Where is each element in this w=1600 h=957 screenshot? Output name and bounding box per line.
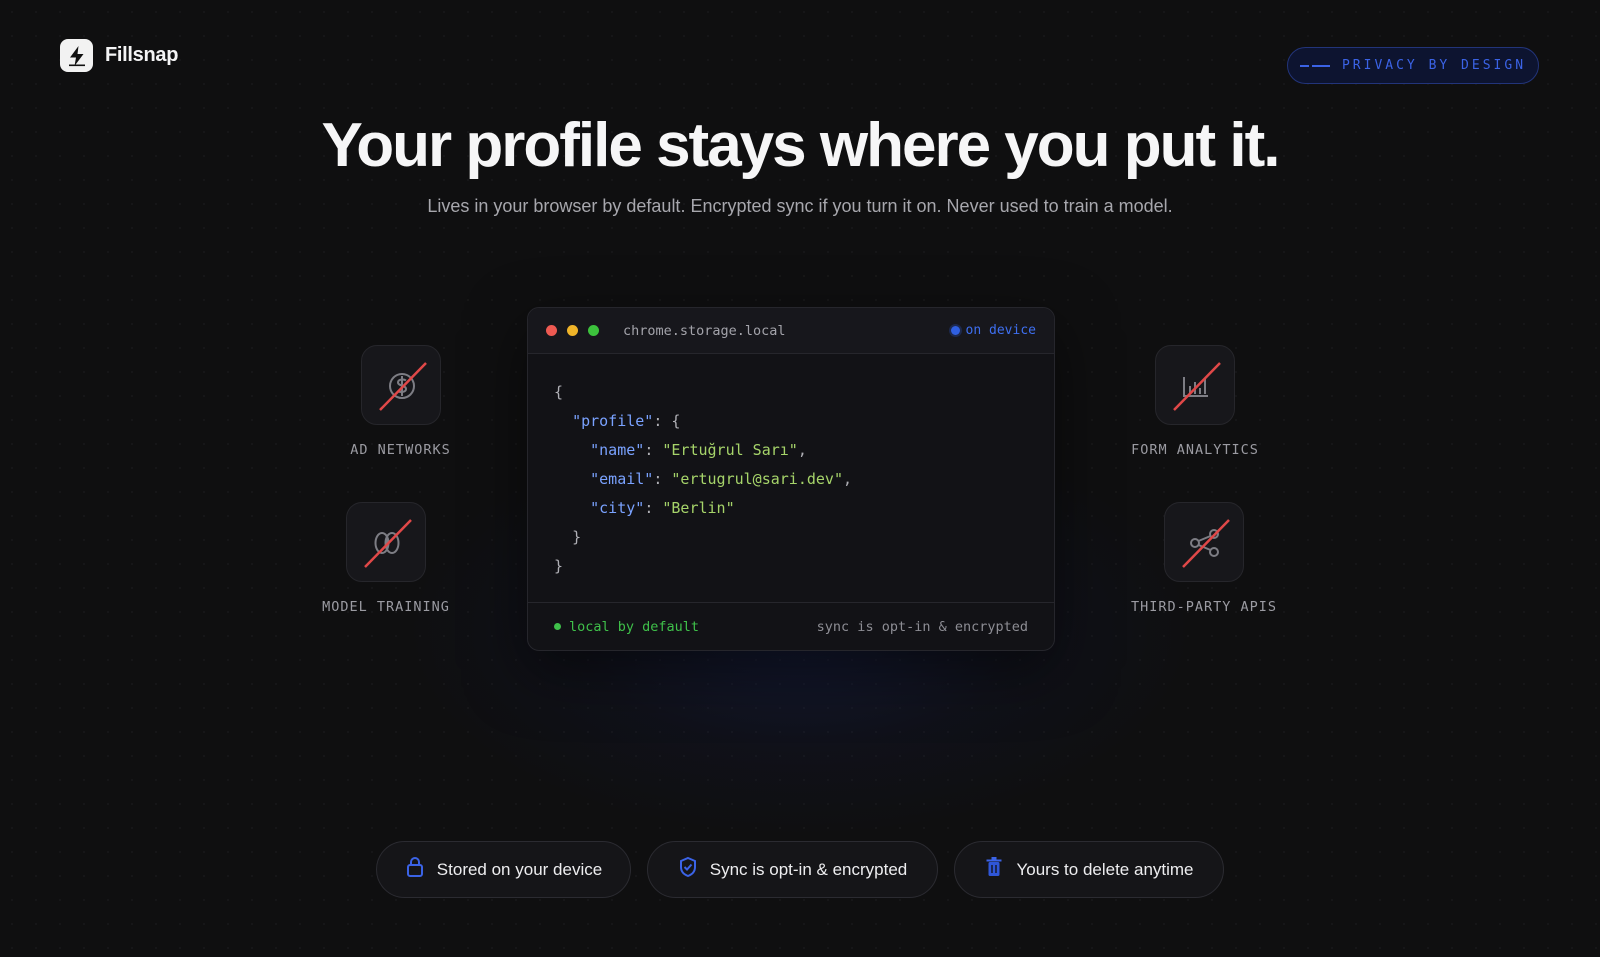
brand-name: Fillsnap	[105, 44, 179, 66]
storage-code-window: chrome.storage.local on device { "profil…	[527, 307, 1055, 651]
shield-check-icon	[678, 856, 698, 883]
json-code: { "profile": { "name": "Ertuğrul Sarı", …	[528, 354, 1054, 604]
code-line: "email": "ertugrul@sari.dev",	[590, 470, 853, 488]
code-line: "profile": {	[572, 412, 681, 430]
minimize-dot-icon[interactable]	[567, 325, 578, 336]
close-dot-icon[interactable]	[546, 325, 557, 336]
lock-icon	[405, 856, 425, 883]
code-line: "name": "Ertuğrul Sarı",	[590, 441, 807, 459]
privacy-badge-label: PRIVACY BY DESIGN	[1341, 58, 1527, 73]
feature-delete-anytime[interactable]: Yours to delete anytime	[954, 841, 1224, 898]
status-dot-icon	[950, 326, 960, 335]
dollar-icon	[360, 345, 441, 425]
green-dot-icon	[554, 623, 561, 630]
feature-stored-on-device[interactable]: Stored on your device	[376, 841, 631, 898]
dash-icon	[1299, 64, 1330, 67]
window-titlebar: chrome.storage.local on device	[528, 308, 1054, 354]
tile-label: THIRD-PARTY APIS	[1130, 599, 1278, 615]
feature-label: Sync is opt-in & encrypted	[709, 859, 908, 879]
trash-icon	[984, 856, 1004, 883]
blocked-model-training: MODEL TRAINING	[321, 502, 451, 615]
code-line: {	[554, 383, 564, 401]
brand[interactable]: Fillsnap	[60, 39, 178, 72]
tile-label: AD NETWORKS	[350, 442, 451, 458]
hero-title: Your profile stays where you put it.	[321, 111, 1281, 180]
tile-label: FORM ANALYTICS	[1131, 442, 1259, 458]
blocked-form-analytics: FORM ANALYTICS	[1130, 345, 1260, 458]
device-status: on device	[950, 323, 1036, 338]
feature-label: Yours to delete anytime	[1016, 859, 1194, 879]
code-line: }	[572, 528, 582, 546]
tile-label: MODEL TRAINING	[322, 599, 450, 615]
local-status-label: local by default	[569, 618, 700, 635]
privacy-badge: PRIVACY BY DESIGN	[1287, 47, 1539, 84]
maximize-dot-icon[interactable]	[588, 325, 599, 336]
device-status-label: on device	[965, 323, 1036, 338]
code-line: }	[554, 557, 564, 575]
local-status: local by default	[554, 619, 699, 635]
window-filename: chrome.storage.local	[623, 322, 786, 339]
share-icon	[1164, 502, 1244, 582]
feature-sync-encrypted[interactable]: Sync is opt-in & encrypted	[647, 841, 938, 898]
bar-chart-icon	[1155, 345, 1235, 425]
feature-label: Stored on your device	[436, 859, 603, 879]
blocked-third-party-apis: THIRD-PARTY APIS	[1130, 502, 1278, 615]
blocked-ad-networks: AD NETWORKS	[340, 345, 461, 458]
hero-subtitle: Lives in your browser by default. Encryp…	[427, 196, 1173, 216]
code-line: "city": "Berlin"	[590, 499, 735, 517]
window-footer: local by default sync is opt-in & encryp…	[528, 602, 1054, 650]
brain-icon	[346, 502, 426, 582]
sync-note: sync is opt-in & encrypted	[816, 618, 1028, 635]
lightning-bolt-icon	[60, 39, 93, 72]
